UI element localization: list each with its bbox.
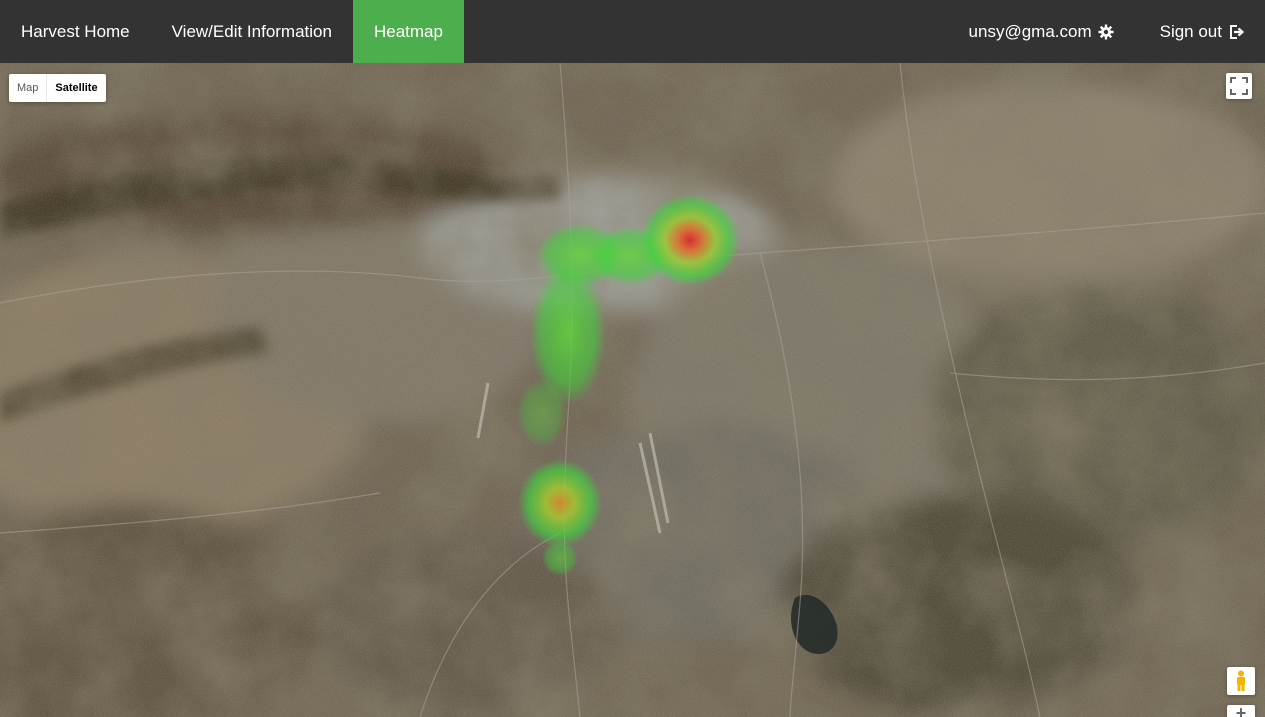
nav-heatmap-label: Heatmap <box>373 21 443 41</box>
zoom-in-label: + <box>1235 705 1247 717</box>
nav-view-edit-information[interactable]: View/Edit Information <box>151 0 353 63</box>
map-type-control: Map Satellite <box>9 74 106 102</box>
gear-icon <box>1098 24 1114 40</box>
satellite-imagery <box>0 63 1265 717</box>
fullscreen-icon <box>1230 77 1248 95</box>
nav-sign-out[interactable]: Sign out <box>1136 0 1265 63</box>
sign-out-icon <box>1228 24 1244 40</box>
nav-harvest-home[interactable]: Harvest Home <box>0 0 151 63</box>
nav-user-settings[interactable]: unsy@gma.com <box>948 0 1136 63</box>
map-type-satellite-button[interactable]: Satellite <box>46 74 105 102</box>
street-view-button[interactable] <box>1227 667 1255 695</box>
map-type-map-button[interactable]: Map <box>9 74 46 102</box>
heatmap-map[interactable]: Map Satellite + <box>0 63 1265 717</box>
nav-harvest-home-label: Harvest Home <box>21 21 130 41</box>
top-navbar: Harvest Home View/Edit Information Heatm… <box>0 0 1265 63</box>
nav-sign-out-label: Sign out <box>1159 21 1222 41</box>
pegman-icon <box>1237 670 1245 691</box>
nav-view-edit-label: View/Edit Information <box>171 21 332 41</box>
nav-heatmap[interactable]: Heatmap <box>352 0 464 63</box>
fullscreen-button[interactable] <box>1226 73 1252 99</box>
zoom-in-button[interactable]: + <box>1227 705 1255 717</box>
nav-user-email: unsy@gma.com <box>968 21 1092 41</box>
